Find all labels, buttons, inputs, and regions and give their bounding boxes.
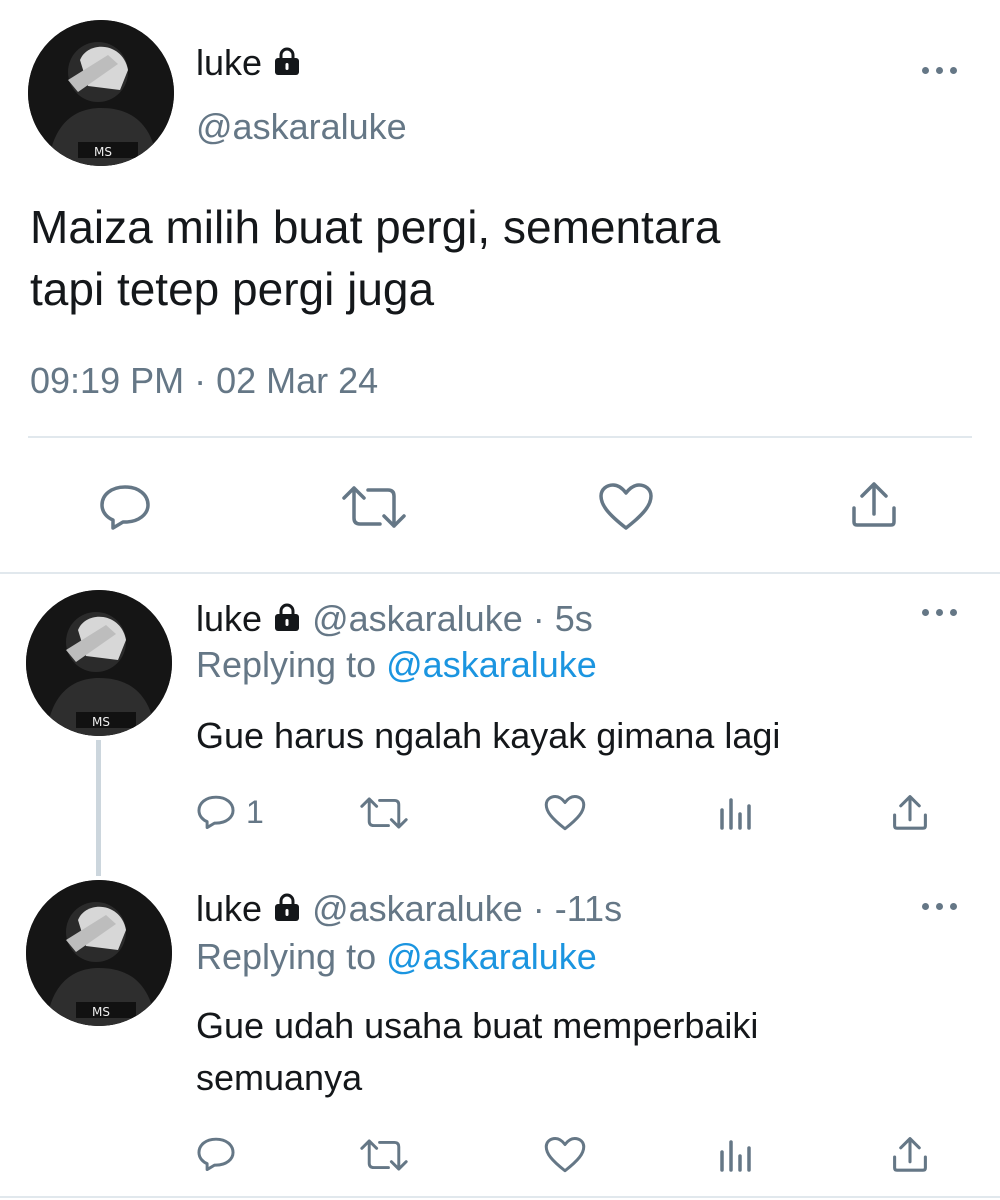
replying-prefix: Replying to [196,644,377,685]
more-options-icon[interactable] [920,604,960,620]
svg-text:MS: MS [94,145,112,159]
avatar[interactable]: MS [26,880,172,1026]
tweet-text-line: tapi tetep pergi juga [30,263,435,315]
reply-count: 1 [246,794,264,830]
handle[interactable]: @askaraluke [312,598,523,639]
relative-time[interactable]: -11s [555,888,622,929]
relative-time[interactable]: 5s [555,598,593,639]
like-icon[interactable] [598,482,654,532]
reply-text-line: Gue harus ngalah kayak gimana lagi [196,715,781,756]
section-divider [0,572,1000,574]
like-icon[interactable] [544,1136,586,1174]
retweet-icon[interactable] [358,796,410,830]
reply-text: Gue harus ngalah kayak gimana lagi [196,710,780,762]
reply-text: Gue udah usaha buat memperbaiki semuanya [196,1000,758,1104]
replying-to-link[interactable]: @askaraluke [386,644,597,685]
display-name[interactable]: luke [196,598,262,639]
lock-icon [272,890,302,932]
share-icon[interactable] [848,478,900,530]
tweet-text-line: Maiza milih buat pergi, sementara [30,201,721,253]
reply-header: luke @askaraluke · 5s [196,598,593,642]
replying-to: Replying to @askaraluke [196,644,597,686]
analytics-icon[interactable] [718,796,754,830]
svg-text:MS: MS [92,715,110,729]
reply-icon[interactable] [98,484,152,530]
replying-to-link[interactable]: @askaraluke [386,936,597,977]
divider [0,1196,1000,1198]
more-options-icon[interactable] [920,898,960,914]
separator-dot: · [522,598,555,639]
reply-text-line: semuanya [196,1057,363,1098]
timestamp[interactable]: 09:19 PM · 02 Mar 24 [30,360,378,402]
retweet-icon[interactable] [340,484,408,530]
retweet-icon[interactable] [358,1138,410,1172]
handle[interactable]: @askaraluke [312,888,523,929]
handle[interactable]: @askaraluke [196,106,407,148]
reply-text-line: Gue udah usaha buat memperbaiki [196,1005,759,1046]
analytics-icon[interactable] [718,1138,754,1172]
reply-icon[interactable] [196,794,236,830]
display-name[interactable]: luke [196,888,262,929]
replying-to: Replying to @askaraluke [196,936,597,978]
separator-dot: · [522,888,555,929]
lock-icon [272,44,302,86]
reply-header: luke @askaraluke · -11s [196,888,622,932]
share-icon[interactable] [890,1134,930,1174]
tweet-text: Maiza milih buat pergi, sementara tapi t… [30,196,720,320]
reply-icon[interactable] [196,1136,236,1172]
replying-prefix: Replying to [196,936,377,977]
avatar[interactable]: MS [26,590,172,736]
share-icon[interactable] [890,792,930,832]
more-options-icon[interactable] [920,62,960,78]
avatar[interactable]: MS [28,20,174,166]
display-name[interactable]: luke [196,42,302,86]
svg-text:MS: MS [92,1005,110,1019]
display-name-text[interactable]: luke [196,42,262,83]
divider [28,436,972,438]
like-icon[interactable] [544,794,586,832]
lock-icon [272,600,302,642]
thread-line [96,740,101,876]
